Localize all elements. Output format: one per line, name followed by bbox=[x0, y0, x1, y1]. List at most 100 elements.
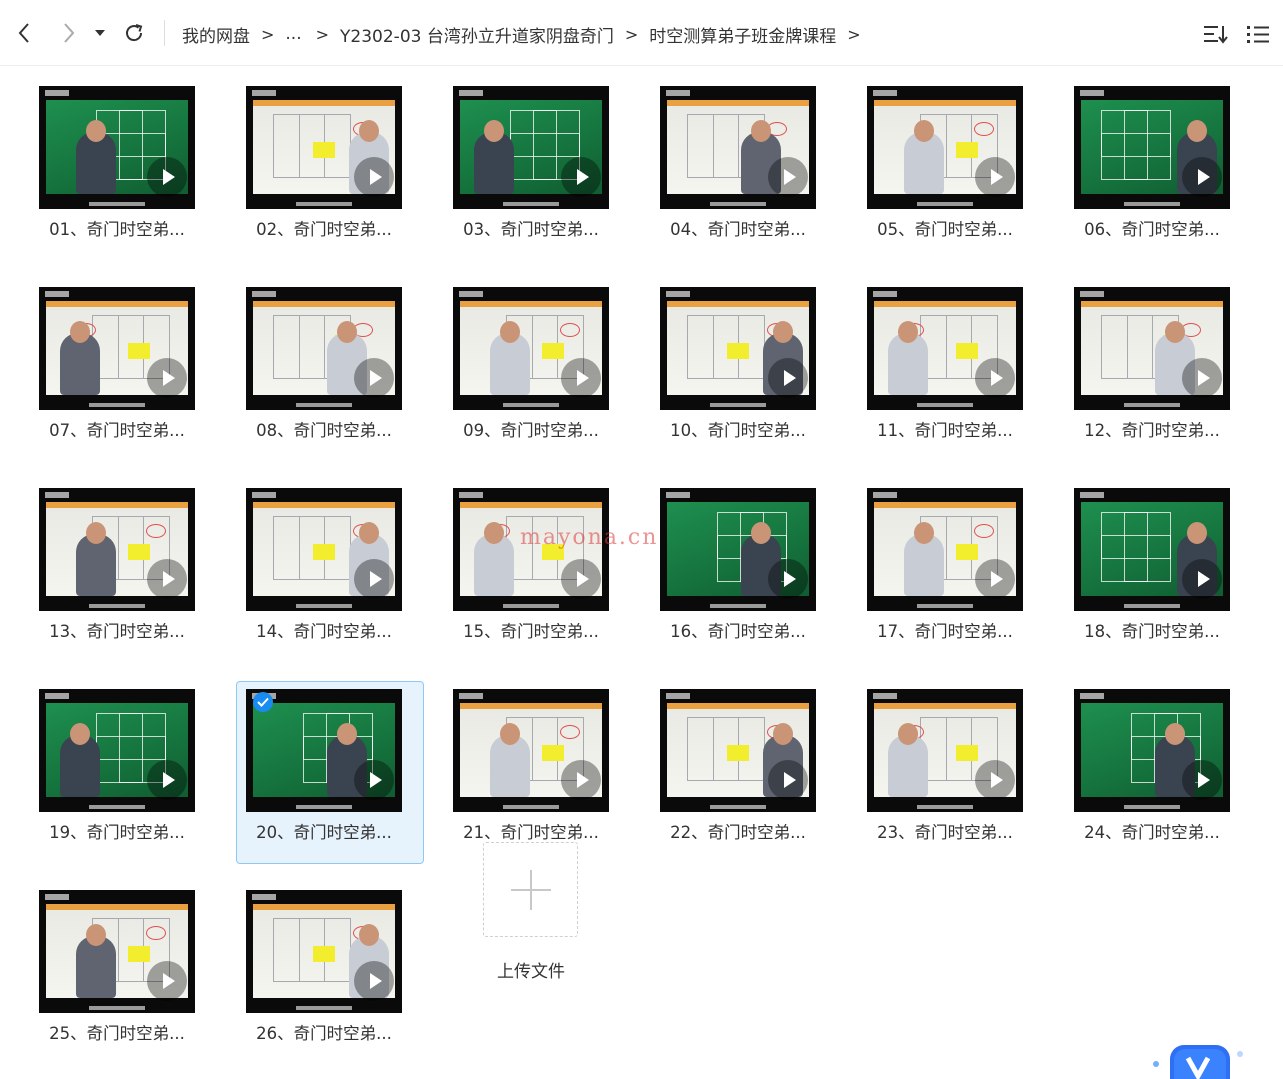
file-item[interactable]: 16、奇门时空弟... bbox=[650, 480, 838, 663]
forward-button[interactable] bbox=[55, 18, 83, 48]
video-thumbnail bbox=[39, 287, 195, 410]
file-name: 12、奇门时空弟... bbox=[1084, 421, 1220, 440]
play-icon[interactable] bbox=[768, 559, 808, 599]
video-thumbnail bbox=[867, 287, 1023, 410]
file-grid: 01、奇门时空弟... 02、奇门时空弟... 03、奇门时空弟... 04、奇门时空… bbox=[0, 66, 1283, 1079]
file-item[interactable]: 04、奇门时空弟... bbox=[650, 78, 838, 261]
back-button[interactable] bbox=[10, 18, 38, 48]
channel-logo bbox=[873, 492, 897, 498]
play-icon[interactable] bbox=[354, 961, 394, 1001]
play-icon[interactable] bbox=[147, 358, 187, 398]
toolbar: 我的网盘 > ... > Y2302-03 台湾孙立升道家阴盘奇门 > 时空测算… bbox=[0, 0, 1283, 66]
selected-check-icon[interactable] bbox=[253, 692, 273, 712]
file-item[interactable]: 22、奇门时空弟... bbox=[650, 681, 838, 864]
file-item[interactable]: 23、奇门时空弟... bbox=[857, 681, 1045, 864]
file-name: 22、奇门时空弟... bbox=[670, 823, 806, 842]
file-item[interactable]: 11、奇门时空弟... bbox=[857, 279, 1045, 462]
play-icon[interactable] bbox=[354, 358, 394, 398]
history-dropdown[interactable] bbox=[90, 18, 110, 48]
file-item[interactable]: 09、奇门时空弟... bbox=[443, 279, 631, 462]
play-icon[interactable] bbox=[354, 157, 394, 197]
file-item[interactable]: 19、奇门时空弟... bbox=[29, 681, 217, 864]
play-icon[interactable] bbox=[147, 961, 187, 1001]
upload-file-button[interactable] bbox=[483, 842, 578, 937]
file-item[interactable]: 15、奇门时空弟... bbox=[443, 480, 631, 663]
thumbnail-caption bbox=[296, 202, 352, 206]
video-thumbnail bbox=[867, 689, 1023, 812]
file-item[interactable]: 08、奇门时空弟... bbox=[236, 279, 424, 462]
play-icon[interactable] bbox=[768, 760, 808, 800]
file-item[interactable]: 02、奇门时空弟... bbox=[236, 78, 424, 261]
channel-logo bbox=[873, 90, 897, 96]
sort-button[interactable] bbox=[1201, 20, 1231, 48]
channel-logo bbox=[1080, 693, 1104, 699]
view-mode-button[interactable] bbox=[1243, 20, 1273, 48]
file-item[interactable]: 05、奇门时空弟... bbox=[857, 78, 1045, 261]
video-thumbnail bbox=[867, 488, 1023, 611]
channel-logo bbox=[1080, 492, 1104, 498]
breadcrumb-root[interactable]: 我的网盘 bbox=[182, 22, 250, 47]
play-icon[interactable] bbox=[768, 358, 808, 398]
file-item[interactable]: 20、奇门时空弟... bbox=[236, 681, 424, 864]
file-name: 23、奇门时空弟... bbox=[877, 823, 1013, 842]
play-icon[interactable] bbox=[147, 559, 187, 599]
play-icon[interactable] bbox=[561, 157, 601, 197]
video-thumbnail bbox=[660, 287, 816, 410]
play-icon[interactable] bbox=[147, 760, 187, 800]
play-icon[interactable] bbox=[1182, 358, 1222, 398]
play-icon[interactable] bbox=[1182, 157, 1222, 197]
upload-file-label[interactable]: 上传文件 bbox=[470, 957, 592, 982]
breadcrumb-ellipsis[interactable]: ... bbox=[285, 24, 301, 44]
breadcrumb-separator: > bbox=[315, 24, 330, 44]
file-item[interactable]: 24、奇门时空弟... bbox=[1064, 681, 1252, 864]
thumbnail-caption bbox=[296, 805, 352, 809]
play-icon[interactable] bbox=[561, 559, 601, 599]
play-icon[interactable] bbox=[561, 358, 601, 398]
file-item[interactable]: 25、奇门时空弟... bbox=[29, 882, 217, 1065]
video-thumbnail bbox=[453, 86, 609, 209]
play-icon[interactable] bbox=[975, 760, 1015, 800]
play-icon[interactable] bbox=[1182, 760, 1222, 800]
file-item[interactable]: 17、奇门时空弟... bbox=[857, 480, 1045, 663]
assistant-logo-icon bbox=[1153, 1045, 1243, 1079]
file-item[interactable]: 10、奇门时空弟... bbox=[650, 279, 838, 462]
play-icon[interactable] bbox=[768, 157, 808, 197]
thumbnail-caption bbox=[89, 202, 145, 206]
play-icon[interactable] bbox=[354, 760, 394, 800]
breadcrumb-parent-folder[interactable]: Y2302-03 台湾孙立升道家阴盘奇门 bbox=[340, 22, 614, 47]
file-item[interactable]: 03、奇门时空弟... bbox=[443, 78, 631, 261]
file-name: 15、奇门时空弟... bbox=[463, 622, 599, 641]
channel-logo bbox=[252, 894, 276, 900]
video-thumbnail bbox=[1074, 689, 1230, 812]
play-icon[interactable] bbox=[975, 157, 1015, 197]
channel-logo bbox=[666, 291, 690, 297]
file-item[interactable]: 21、奇门时空弟... bbox=[443, 681, 631, 864]
channel-logo bbox=[666, 693, 690, 699]
file-name: 06、奇门时空弟... bbox=[1084, 220, 1220, 239]
video-thumbnail bbox=[39, 86, 195, 209]
play-icon[interactable] bbox=[1182, 559, 1222, 599]
channel-logo bbox=[873, 291, 897, 297]
play-icon[interactable] bbox=[354, 559, 394, 599]
file-item[interactable]: 18、奇门时空弟... bbox=[1064, 480, 1252, 663]
thumbnail-caption bbox=[917, 202, 973, 206]
file-item[interactable]: 12、奇门时空弟... bbox=[1064, 279, 1252, 462]
thumbnail-caption bbox=[503, 403, 559, 407]
channel-logo bbox=[666, 492, 690, 498]
assistant-floating-button[interactable] bbox=[1152, 1040, 1252, 1079]
thumbnail-caption bbox=[503, 202, 559, 206]
file-item[interactable]: 26、奇门时空弟... bbox=[236, 882, 424, 1065]
refresh-button[interactable] bbox=[120, 18, 148, 48]
play-icon[interactable] bbox=[975, 358, 1015, 398]
file-item[interactable]: 13、奇门时空弟... bbox=[29, 480, 217, 663]
file-item[interactable]: 07、奇门时空弟... bbox=[29, 279, 217, 462]
play-icon[interactable] bbox=[561, 760, 601, 800]
play-icon[interactable] bbox=[975, 559, 1015, 599]
breadcrumb-current-folder[interactable]: 时空测算弟子班金牌课程 bbox=[649, 22, 836, 47]
channel-logo bbox=[252, 492, 276, 498]
video-thumbnail bbox=[867, 86, 1023, 209]
file-item[interactable]: 06、奇门时空弟... bbox=[1064, 78, 1252, 261]
file-item[interactable]: 14、奇门时空弟... bbox=[236, 480, 424, 663]
file-item[interactable]: 01、奇门时空弟... bbox=[29, 78, 217, 261]
play-icon[interactable] bbox=[147, 157, 187, 197]
